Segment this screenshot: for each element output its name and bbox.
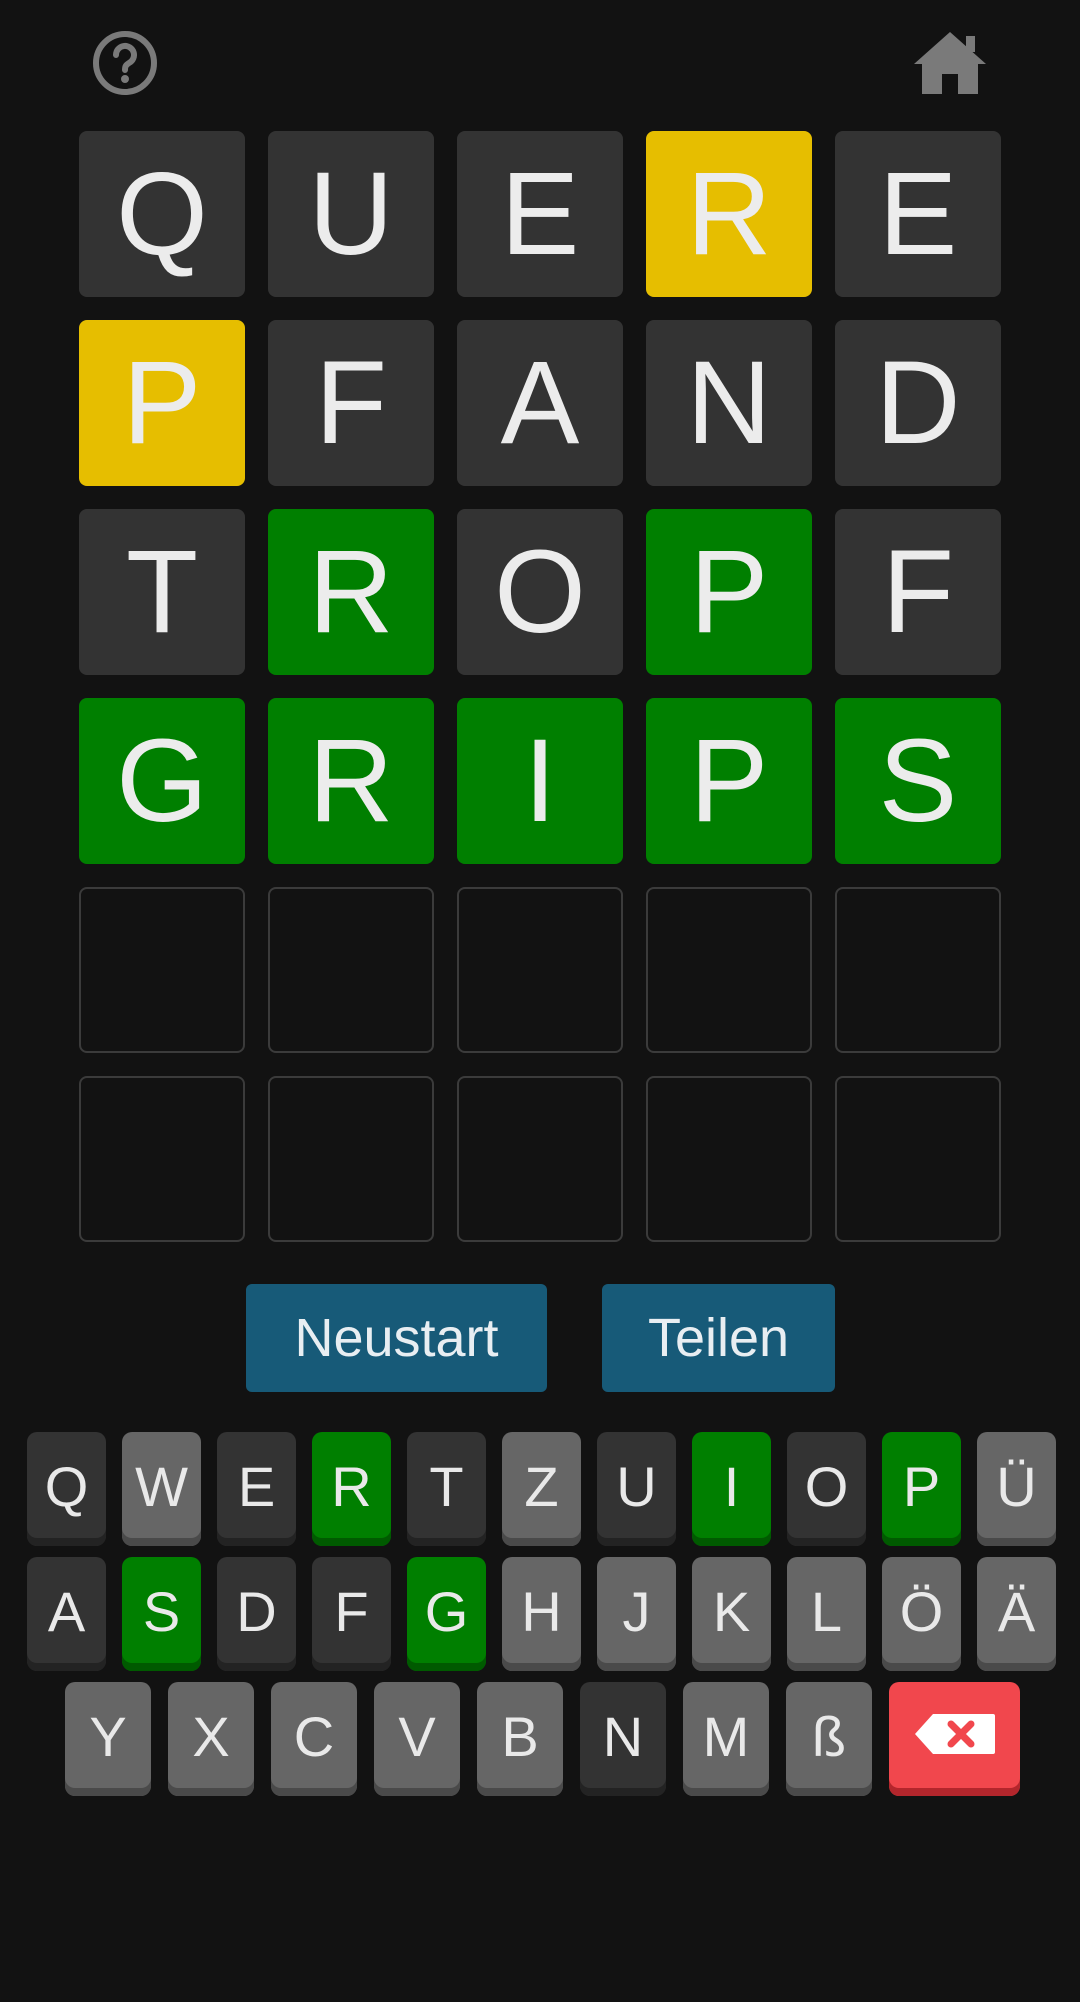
share-button[interactable]: Teilen	[602, 1284, 835, 1392]
empty-tile	[79, 887, 245, 1053]
letter-tile: S	[835, 698, 1001, 864]
key-i[interactable]: I	[692, 1432, 771, 1546]
key-q[interactable]: Q	[27, 1432, 106, 1546]
key-d[interactable]: D	[217, 1557, 296, 1671]
key-v[interactable]: V	[374, 1682, 460, 1796]
letter-tile: E	[457, 131, 623, 297]
empty-tile	[79, 1076, 245, 1242]
letter-tile: R	[268, 698, 434, 864]
key-l[interactable]: L	[787, 1557, 866, 1671]
letter-tile: A	[457, 320, 623, 486]
empty-tile	[646, 887, 812, 1053]
key-s[interactable]: S	[122, 1557, 201, 1671]
top-bar	[0, 0, 1080, 120]
key-u[interactable]: U	[597, 1432, 676, 1546]
key-m[interactable]: M	[683, 1682, 769, 1796]
keyboard-row-1: QWERTZUIOPÜ	[27, 1432, 1072, 1546]
key-b[interactable]: B	[477, 1682, 563, 1796]
letter-tile: E	[835, 131, 1001, 297]
key-t[interactable]: T	[407, 1432, 486, 1546]
letter-tile: N	[646, 320, 812, 486]
action-buttons: Neustart Teilen	[0, 1284, 1080, 1392]
backspace-icon	[913, 1704, 997, 1769]
restart-button[interactable]: Neustart	[246, 1284, 547, 1392]
letter-tile: T	[79, 509, 245, 675]
letter-tile: P	[79, 320, 245, 486]
key-e[interactable]: E	[217, 1432, 296, 1546]
key-n[interactable]: N	[580, 1682, 666, 1796]
key-x[interactable]: X	[168, 1682, 254, 1796]
letter-tile: U	[268, 131, 434, 297]
key-a[interactable]: A	[27, 1557, 106, 1671]
letter-tile: D	[835, 320, 1001, 486]
letter-tile: R	[268, 509, 434, 675]
letter-tile: G	[79, 698, 245, 864]
letter-tile: P	[646, 698, 812, 864]
key-o[interactable]: O	[787, 1432, 866, 1546]
letter-tile: F	[835, 509, 1001, 675]
key-c[interactable]: C	[271, 1682, 357, 1796]
empty-tile	[457, 1076, 623, 1242]
key-y[interactable]: Y	[65, 1682, 151, 1796]
letter-tile: P	[646, 509, 812, 675]
empty-tile	[835, 1076, 1001, 1242]
home-icon[interactable]	[912, 30, 988, 96]
key-ß[interactable]: ß	[786, 1682, 872, 1796]
keyboard-row-2: ASDFGHJKLÖÄ	[27, 1557, 1072, 1671]
key-g[interactable]: G	[407, 1557, 486, 1671]
letter-tile: R	[646, 131, 812, 297]
empty-tile	[268, 887, 434, 1053]
empty-tile	[457, 887, 623, 1053]
key-ä[interactable]: Ä	[977, 1557, 1056, 1671]
key-f[interactable]: F	[312, 1557, 391, 1671]
game-board: QUEREPFANDTROPFGRIPS	[79, 131, 1001, 1242]
key-w[interactable]: W	[122, 1432, 201, 1546]
letter-tile: O	[457, 509, 623, 675]
letter-tile: Q	[79, 131, 245, 297]
empty-tile	[268, 1076, 434, 1242]
letter-tile: I	[457, 698, 623, 864]
key-k[interactable]: K	[692, 1557, 771, 1671]
backspace-key[interactable]	[889, 1682, 1020, 1796]
empty-tile	[835, 887, 1001, 1053]
key-r[interactable]: R	[312, 1432, 391, 1546]
question-circle-icon[interactable]	[92, 30, 158, 96]
key-h[interactable]: H	[502, 1557, 581, 1671]
empty-tile	[646, 1076, 812, 1242]
keyboard-row-3: YXCVBNMß	[65, 1682, 1020, 1796]
key-p[interactable]: P	[882, 1432, 961, 1546]
key-z[interactable]: Z	[502, 1432, 581, 1546]
key-j[interactable]: J	[597, 1557, 676, 1671]
key-ü[interactable]: Ü	[977, 1432, 1056, 1546]
key-ö[interactable]: Ö	[882, 1557, 961, 1671]
letter-tile: F	[268, 320, 434, 486]
